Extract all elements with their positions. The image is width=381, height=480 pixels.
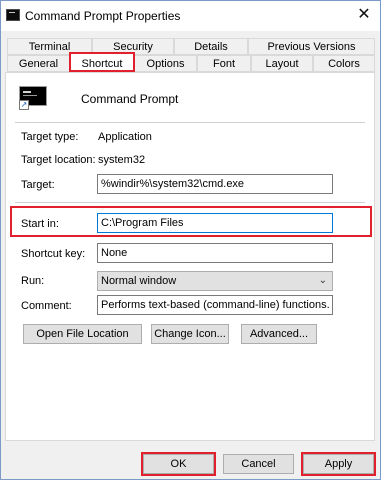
run-select[interactable]: Normal window ⌄ (97, 271, 333, 291)
shortcut-key-field[interactable]: None (97, 243, 333, 263)
target-location-value: system32 (98, 154, 146, 166)
tab-options[interactable]: Options (134, 55, 197, 72)
tab-general[interactable]: General (7, 55, 70, 72)
tab-font[interactable]: Font (197, 55, 251, 72)
properties-window: Command Prompt Properties ✕ Terminal Sec… (0, 0, 381, 480)
chevron-down-icon: ⌄ (318, 275, 327, 286)
comment-field[interactable]: Performs text-based (command-line) funct… (97, 295, 333, 315)
target-type-value: Application (98, 131, 152, 143)
target-label: Target: (21, 179, 55, 191)
window-title: Command Prompt Properties (25, 9, 181, 23)
cancel-button[interactable]: Cancel (223, 454, 294, 474)
target-field[interactable]: %windir%\system32\cmd.exe (97, 174, 333, 194)
start-in-field[interactable]: C:\Program Files (97, 213, 333, 233)
advanced-button[interactable]: Advanced... (241, 324, 317, 344)
tab-details[interactable]: Details (174, 38, 248, 55)
open-file-location-button[interactable]: Open File Location (23, 324, 142, 344)
divider (15, 122, 365, 123)
shortcut-icon: ↗ (19, 86, 47, 110)
divider (15, 202, 365, 203)
target-type-label: Target type: (21, 131, 79, 143)
target-location-label: Target location: (21, 154, 96, 166)
title-bar: Command Prompt Properties ✕ (1, 1, 380, 31)
change-icon-button[interactable]: Change Icon... (151, 324, 229, 344)
ok-button[interactable]: OK (143, 454, 214, 474)
shortcut-key-label: Shortcut key: (21, 248, 86, 260)
close-button[interactable]: ✕ (354, 5, 374, 25)
run-selected-value: Normal window (101, 275, 177, 287)
tab-colors[interactable]: Colors (313, 55, 375, 72)
tab-shortcut[interactable]: Shortcut (70, 53, 134, 73)
comment-label: Comment: (21, 300, 72, 312)
tab-layout[interactable]: Layout (251, 55, 313, 72)
apply-button[interactable]: Apply (303, 454, 374, 474)
run-label: Run: (21, 275, 45, 287)
tab-previous-versions[interactable]: Previous Versions (248, 38, 375, 55)
start-in-label: Start in: (21, 218, 59, 230)
command-prompt-icon (6, 9, 20, 21)
shortcut-name: Command Prompt (81, 92, 179, 106)
